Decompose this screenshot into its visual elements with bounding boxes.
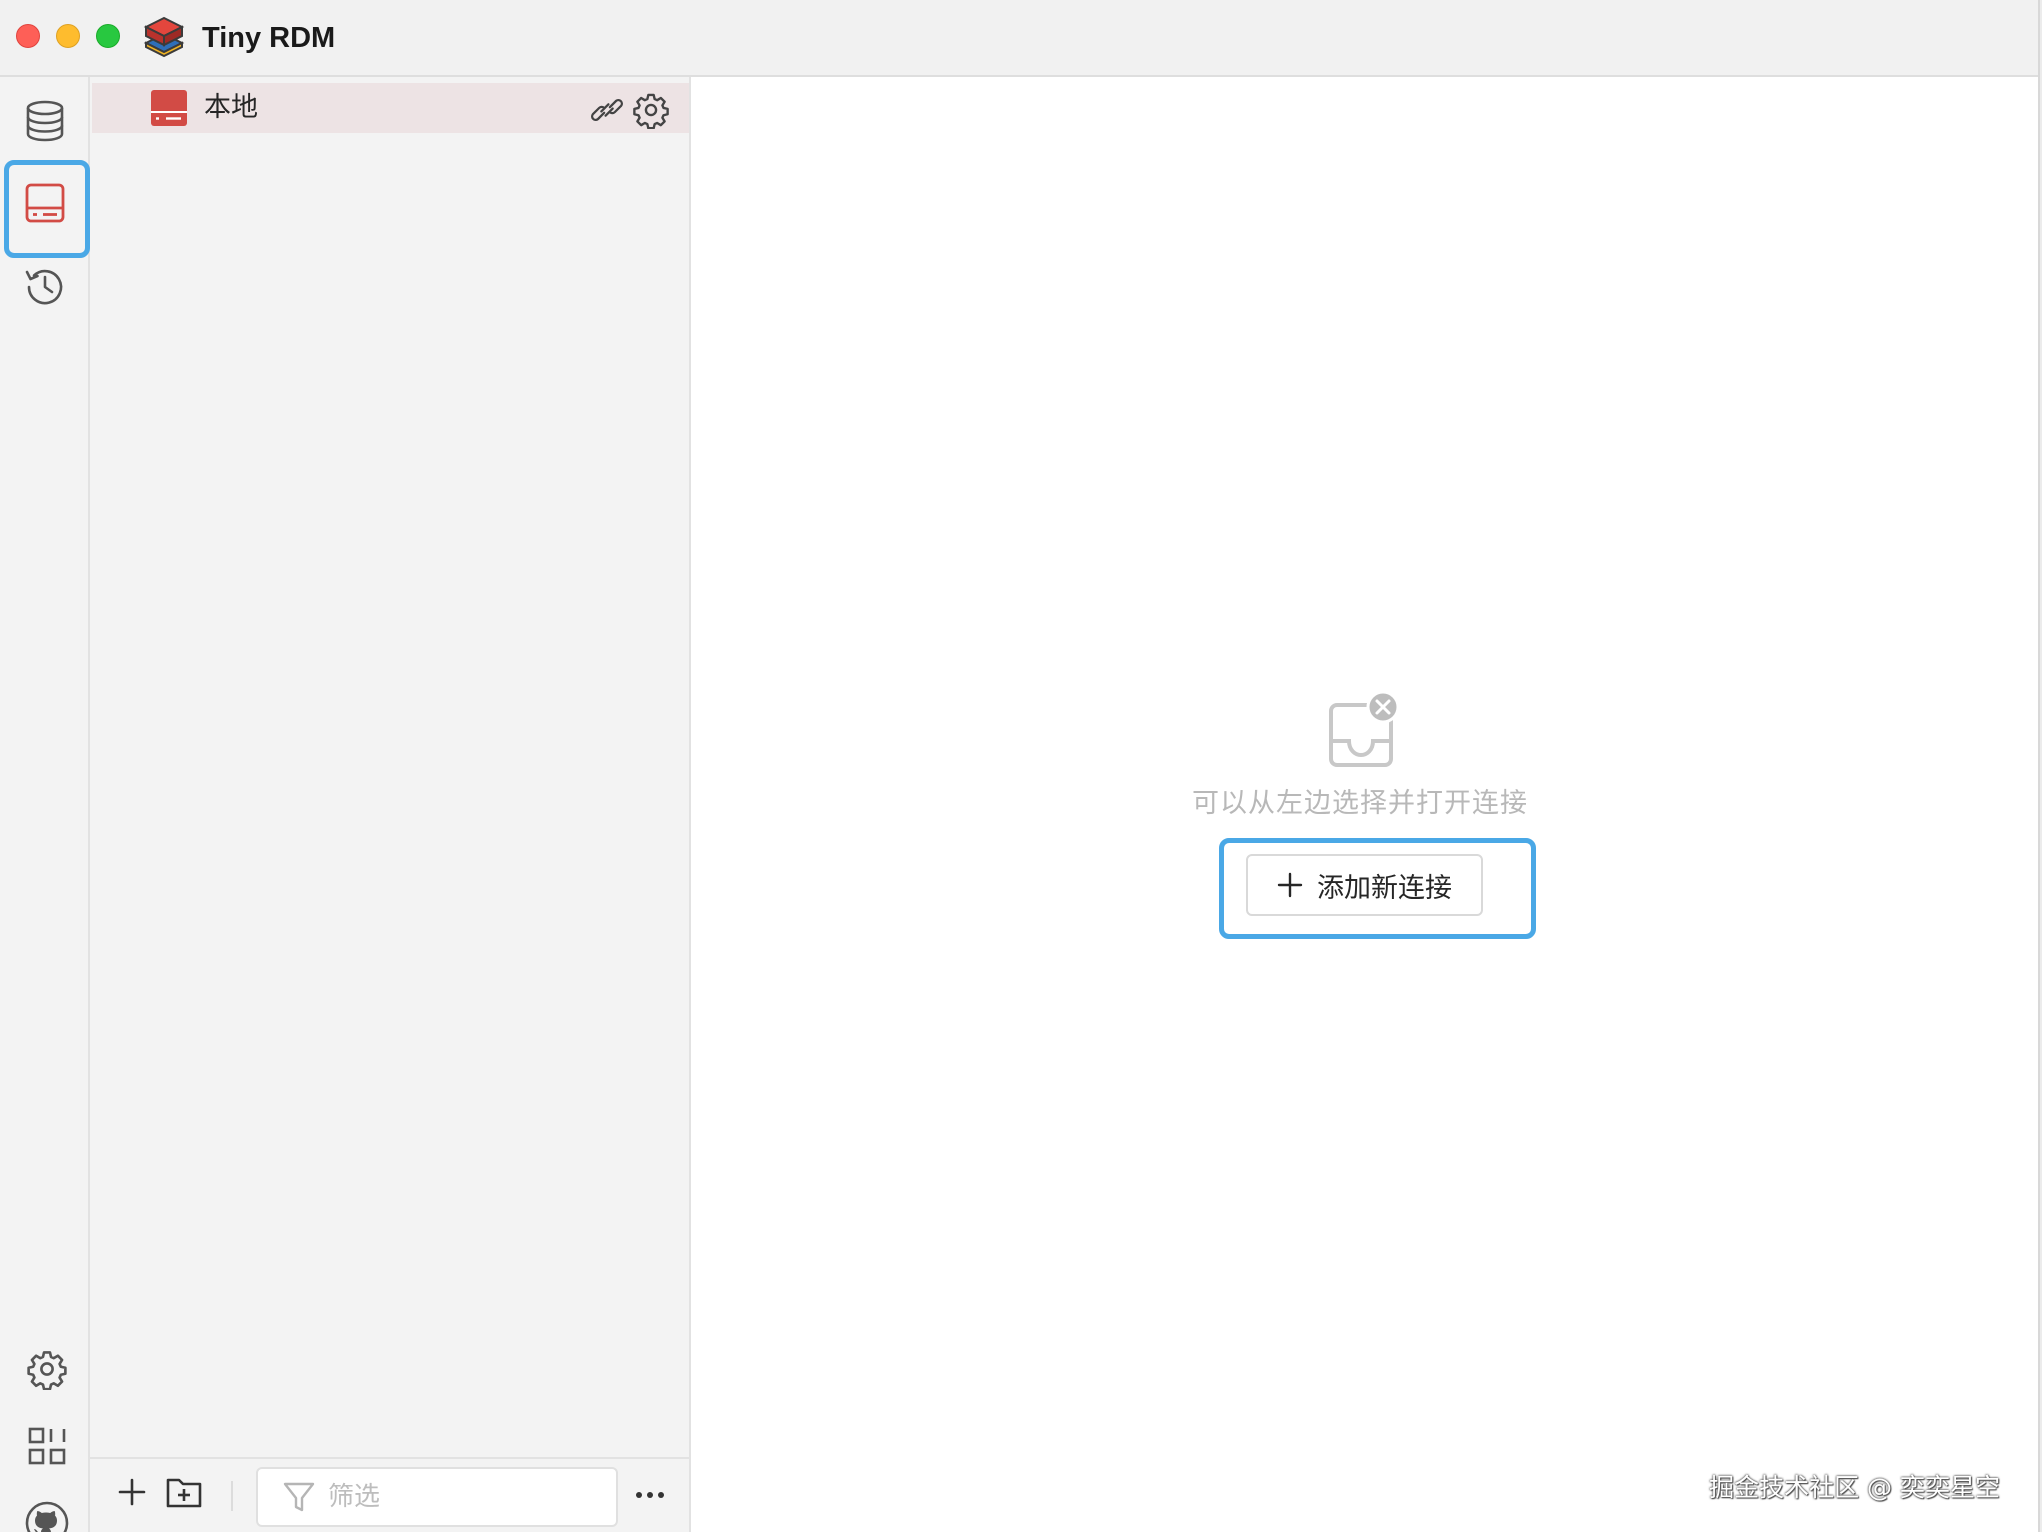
connection-name: 本地 xyxy=(204,92,258,123)
app-window: Tiny RDM 本地 筛选 可以从左边选择并打开连接 添加新连接 掘金技术社区… xyxy=(0,0,2040,1532)
nav-settings[interactable] xyxy=(2,1327,92,1411)
title-bar: Tiny RDM xyxy=(0,0,2038,77)
main-content: 可以从左边选择并打开连接 添加新连接 xyxy=(691,77,2038,1532)
database-server-icon xyxy=(150,89,188,131)
database-icon xyxy=(23,99,67,143)
connection-list-pane: 本地 xyxy=(90,77,691,1532)
filter-input[interactable] xyxy=(326,1481,590,1513)
gear-icon[interactable] xyxy=(632,91,670,133)
gear-icon xyxy=(26,1348,68,1390)
app-logo-icon xyxy=(142,14,186,60)
nav-apps[interactable] xyxy=(2,1404,92,1488)
github-icon xyxy=(24,1500,70,1532)
filter-icon xyxy=(282,1480,316,1514)
more-icon xyxy=(635,1485,665,1504)
nav-rail xyxy=(0,77,90,1532)
empty-state-message: 可以从左边选择并打开连接 xyxy=(1192,788,1528,819)
window-title: Tiny RDM xyxy=(202,22,336,54)
link-icon[interactable] xyxy=(590,93,624,131)
zoom-window-button[interactable] xyxy=(96,24,120,48)
apps-icon xyxy=(27,1426,67,1466)
plus-icon xyxy=(1277,872,1303,898)
nav-history[interactable] xyxy=(0,245,90,329)
add-group-button[interactable] xyxy=(166,1476,202,1512)
add-connection-button[interactable] xyxy=(114,1476,150,1512)
close-window-button[interactable] xyxy=(16,24,40,48)
nav-github[interactable] xyxy=(2,1481,92,1532)
terminal-icon xyxy=(24,182,66,224)
minimize-window-button[interactable] xyxy=(56,24,80,48)
empty-inbox-icon xyxy=(1327,690,1403,775)
plus-icon xyxy=(117,1477,147,1511)
filter-field[interactable] xyxy=(256,1467,618,1527)
connection-list-toolbar xyxy=(90,1457,689,1532)
history-icon xyxy=(23,265,67,309)
toolbar-divider xyxy=(231,1481,233,1511)
watermark: 掘金技术社区 @ 奕奕星空 xyxy=(1709,1473,2000,1502)
nav-servers[interactable] xyxy=(0,79,90,163)
add-new-connection-button[interactable]: 添加新连接 xyxy=(1246,854,1483,916)
add-new-connection-label: 添加新连接 xyxy=(1317,872,1452,904)
nav-connections[interactable] xyxy=(0,161,90,245)
connection-item[interactable]: 本地 xyxy=(92,83,689,133)
more-options-button[interactable] xyxy=(632,1476,668,1512)
folder-add-icon xyxy=(165,1474,203,1514)
